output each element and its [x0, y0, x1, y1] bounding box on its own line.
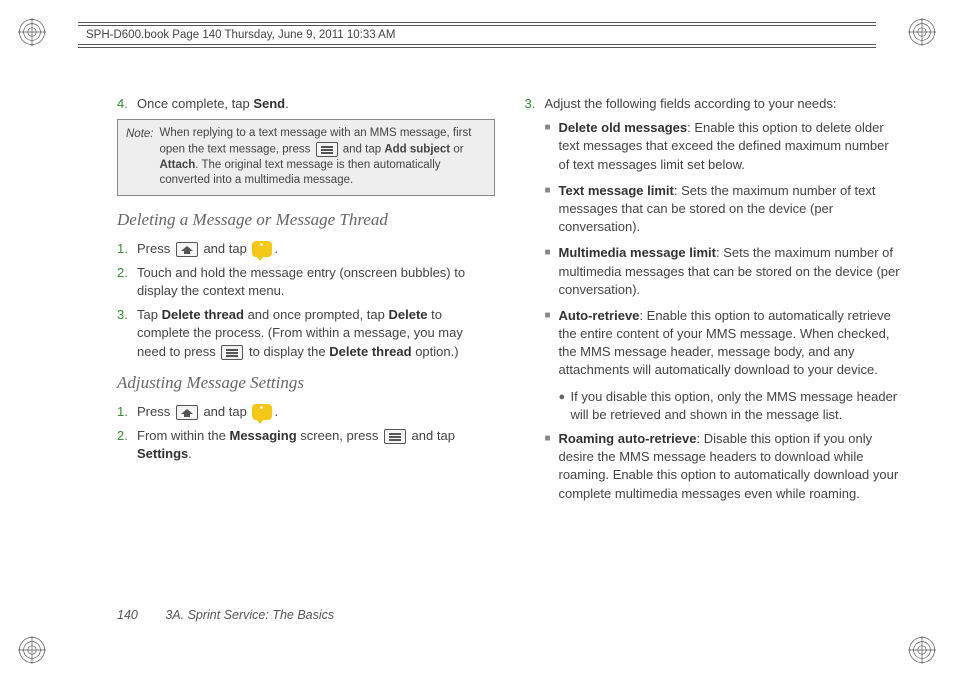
home-icon: [176, 242, 198, 257]
menu-icon: [221, 345, 243, 360]
left-column: 4. Once complete, tap Send. Note: When r…: [117, 95, 495, 624]
bullet-auto-retrieve: ■ Auto-retrieve: Enable this option to a…: [545, 307, 903, 380]
bullet-mms-limit: ■ Multimedia message limit: Sets the max…: [545, 244, 903, 299]
bullet-roaming-auto-retrieve: ■ Roaming auto-retrieve: Disable this op…: [545, 430, 903, 503]
adjust-step-3: 3. Adjust the following fields according…: [525, 95, 903, 113]
delete-step-1: 1. Press and tap .: [117, 240, 495, 258]
page-content: 4. Once complete, tap Send. Note: When r…: [117, 95, 902, 624]
messaging-icon: [252, 241, 272, 257]
bullet-text-limit: ■ Text message limit: Sets the maximum n…: [545, 182, 903, 237]
page-number: 140: [117, 608, 138, 622]
registration-mark-icon: [908, 636, 936, 664]
heading-deleting: Deleting a Message or Message Thread: [117, 208, 495, 232]
section-title: 3A. Sprint Service: The Basics: [165, 608, 334, 622]
heading-adjusting: Adjusting Message Settings: [117, 371, 495, 395]
right-column: 3. Adjust the following fields according…: [525, 95, 903, 624]
bullet-delete-old: ■ Delete old messages: Enable this optio…: [545, 119, 903, 174]
sub-bullet-auto-retrieve-note: ● If you disable this option, only the M…: [559, 388, 903, 424]
messaging-icon: [252, 404, 272, 420]
registration-mark-icon: [18, 636, 46, 664]
menu-icon: [316, 142, 338, 157]
print-header: SPH-D600.book Page 140 Thursday, June 9,…: [78, 22, 876, 48]
note-box: Note: When replying to a text message wi…: [117, 119, 495, 196]
adjust-step-1: 1. Press and tap .: [117, 403, 495, 421]
page-footer: 140 3A. Sprint Service: The Basics: [117, 608, 334, 622]
registration-mark-icon: [18, 18, 46, 46]
adjust-step-2: 2. From within the Messaging screen, pre…: [117, 427, 495, 463]
note-label: Note:: [126, 126, 154, 189]
registration-mark-icon: [908, 18, 936, 46]
step-4: 4. Once complete, tap Send.: [117, 95, 495, 113]
delete-step-2: 2. Touch and hold the message entry (ons…: [117, 264, 495, 300]
header-text: SPH-D600.book Page 140 Thursday, June 9,…: [78, 25, 876, 44]
delete-step-3: 3. Tap Delete thread and once prompted, …: [117, 306, 495, 361]
menu-icon: [384, 429, 406, 444]
home-icon: [176, 405, 198, 420]
